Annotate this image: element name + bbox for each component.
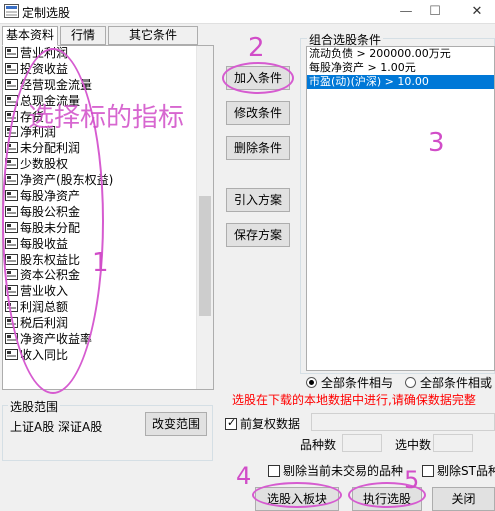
conditions-list[interactable]: 流动负债 > 200000.00万元 每股净资产 > 1.00元 市盈(动)(沪…: [306, 46, 495, 371]
variety-count-label: 品种数: [300, 438, 337, 452]
close-window-button[interactable]: ✕: [462, 2, 492, 22]
radio-unchecked-icon[interactable]: [405, 377, 416, 388]
checkbox-unchecked-icon[interactable]: [268, 465, 280, 477]
scrollbar-thumb[interactable]: [199, 196, 211, 316]
annotation-number-1: 1: [92, 248, 109, 278]
indicator-icon: [5, 62, 18, 74]
tab-basic-info[interactable]: 基本资料: [2, 26, 58, 46]
range-value: 上证A股 深证A股: [10, 420, 103, 434]
radio-checked-icon[interactable]: [306, 377, 317, 388]
import-scheme-button[interactable]: 引入方案: [226, 188, 290, 212]
indicator-icon: [5, 78, 18, 90]
exclude-untraded-checkbox[interactable]: 剔除当前未交易的品种: [268, 462, 403, 479]
restore-rights-checkbox[interactable]: 前复权数据: [225, 415, 300, 432]
annotation-number-3: 3: [428, 128, 445, 158]
maximize-button[interactable]: ☐: [420, 2, 450, 22]
tab-other-conditions[interactable]: 其它条件: [108, 26, 198, 45]
annotation-number-2: 2: [248, 33, 265, 63]
data-notice: 选股在下载的本地数据中进行,请确保数据完整: [232, 393, 476, 407]
checkbox-unchecked-icon[interactable]: [422, 465, 434, 477]
list-scrollbar[interactable]: [196, 46, 213, 389]
condition-item[interactable]: 每股净资产 > 1.00元: [307, 61, 494, 75]
selected-count-field: [433, 434, 473, 452]
annotation-overlay-text: 选择标的指标: [28, 103, 185, 133]
exclude-untraded-label: 剔除当前未交易的品种: [283, 464, 404, 478]
change-range-button[interactable]: 改变范围: [145, 412, 207, 436]
restore-rights-field: [311, 413, 495, 431]
restore-rights-label: 前复权数据: [240, 417, 301, 431]
condition-item[interactable]: 流动负债 > 200000.00万元: [307, 47, 494, 61]
radio-and[interactable]: 全部条件相与: [306, 374, 393, 391]
annotation-ellipse-block: [252, 482, 342, 508]
delete-condition-button[interactable]: 删除条件: [226, 136, 290, 160]
checkbox-checked-icon[interactable]: [225, 416, 237, 430]
indicator-icon: [5, 348, 18, 360]
annotation-number-5: 5: [404, 466, 420, 494]
annotation-ellipse-add: [222, 62, 294, 94]
radio-and-label: 全部条件相与: [321, 376, 394, 390]
window-title: 定制选股: [22, 6, 71, 20]
indicator-icon: [5, 47, 18, 58]
modify-condition-button[interactable]: 修改条件: [226, 101, 290, 125]
tab-market[interactable]: 行情: [60, 26, 106, 45]
save-scheme-button[interactable]: 保存方案: [226, 223, 290, 247]
exclude-st-label: 剔除ST品种: [437, 464, 495, 478]
range-caption: 选股范围: [8, 398, 61, 415]
app-icon: [4, 4, 19, 18]
annotation-number-4: 4: [236, 462, 252, 490]
condition-item-selected[interactable]: 市盈(动)(沪深) > 10.00: [307, 75, 494, 89]
title-bar: 定制选股 — ☐ ✕: [0, 0, 495, 24]
radio-or-label: 全部条件相或: [420, 376, 493, 390]
selected-count-label: 选中数: [395, 438, 432, 452]
variety-count-field: [342, 434, 382, 452]
radio-or[interactable]: 全部条件相或: [405, 374, 492, 391]
exclude-st-checkbox[interactable]: 剔除ST品种: [422, 462, 495, 479]
close-button[interactable]: 关闭: [432, 487, 495, 511]
minimize-button[interactable]: —: [391, 2, 421, 22]
